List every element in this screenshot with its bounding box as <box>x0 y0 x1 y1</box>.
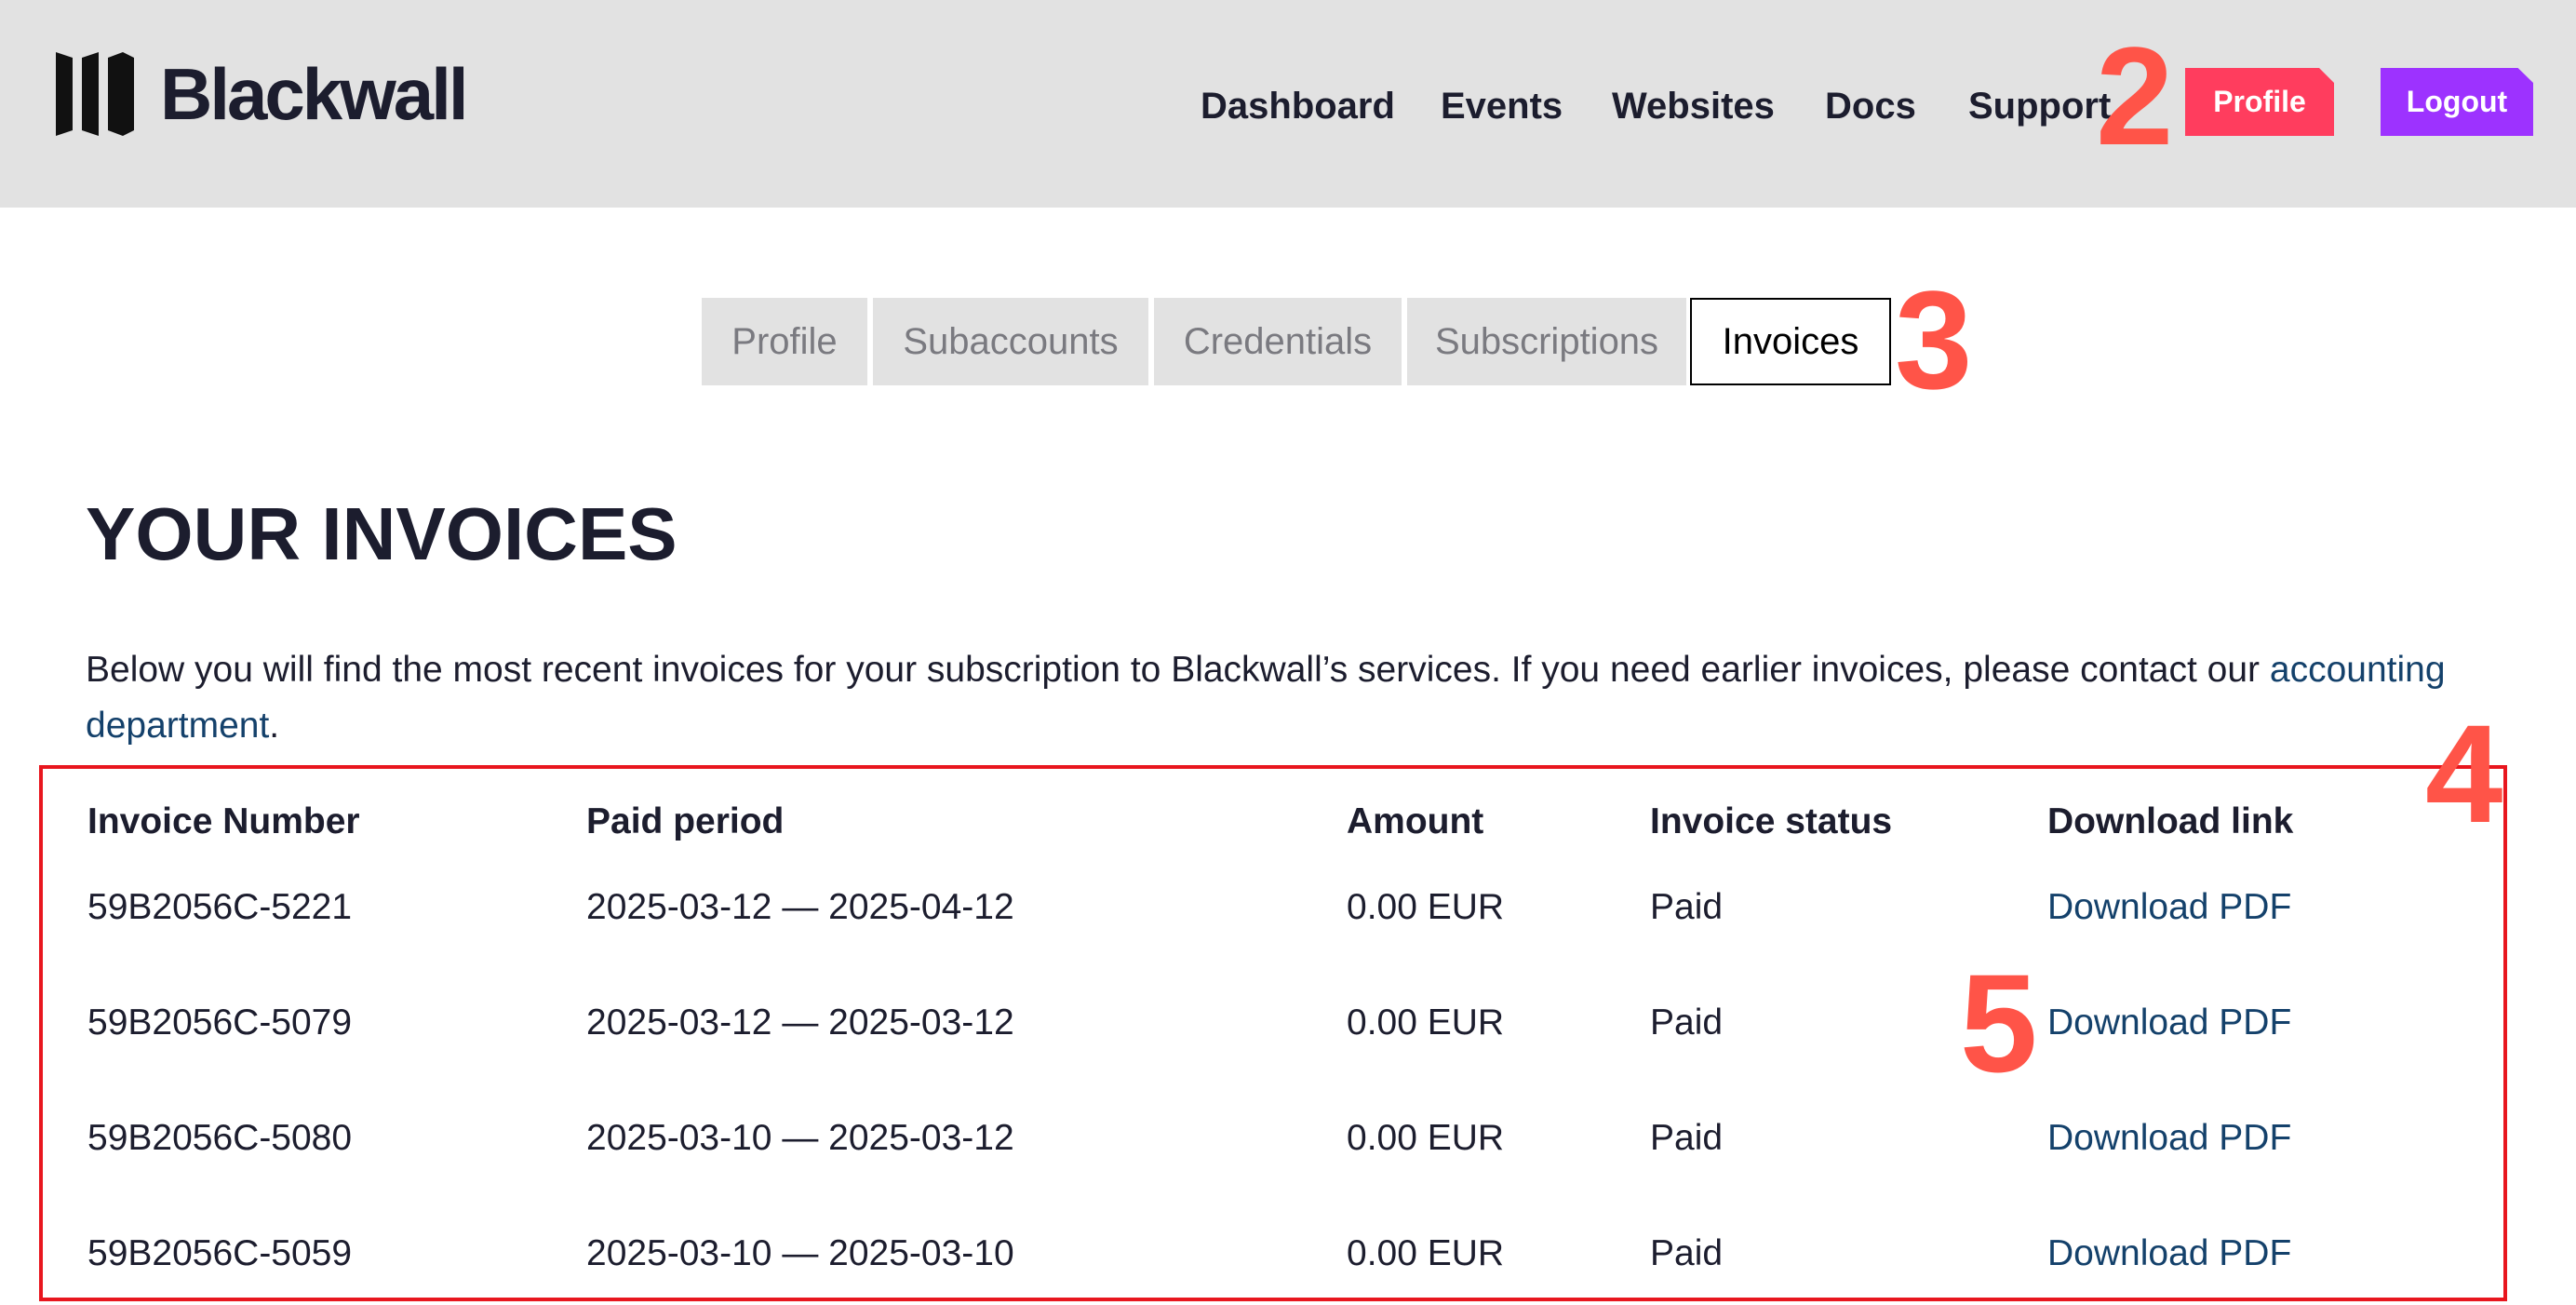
download-pdf-link[interactable]: Download PDF <box>2047 884 2291 931</box>
profile-button[interactable]: Profile <box>2185 68 2334 136</box>
column-header-amount: Amount <box>1347 801 1484 841</box>
page-title: YOUR INVOICES <box>86 492 678 575</box>
invoice-number: 59B2056C-5079 <box>87 1002 353 1043</box>
paid-period: 2025-03-10 — 2025-03-12 <box>586 1118 1014 1158</box>
annotation-marker-4: 4 <box>2425 695 2503 852</box>
brand-name: Blackwall <box>160 53 469 135</box>
paid-period: 2025-03-12 — 2025-03-12 <box>586 1002 1014 1043</box>
intro-paragraph: Below you will find the most recent invo… <box>86 642 2524 754</box>
tab-subscriptions[interactable]: Subscriptions <box>1407 298 1686 385</box>
column-header-paid-period: Paid period <box>586 801 785 841</box>
annotation-marker-2: 2 <box>2096 18 2174 174</box>
paid-period: 2025-03-10 — 2025-03-10 <box>586 1233 1014 1273</box>
amount: 0.00 EUR <box>1347 1118 1505 1158</box>
column-header-invoice-number: Invoice Number <box>87 801 360 841</box>
download-pdf-link[interactable]: Download PDF <box>2047 1000 2291 1046</box>
download-pdf-link[interactable]: Download PDF <box>2047 1231 2291 1277</box>
invoice-number: 59B2056C-5059 <box>87 1233 353 1273</box>
nav-dashboard[interactable]: Dashboard <box>1201 78 1395 134</box>
amount: 0.00 EUR <box>1347 1233 1505 1273</box>
tab-credentials[interactable]: Credentials <box>1154 298 1402 385</box>
intro-end: . <box>269 706 280 746</box>
invoice-status: Paid <box>1650 1002 1724 1043</box>
nav-events[interactable]: Events <box>1441 78 1563 134</box>
tab-subaccounts[interactable]: Subaccounts <box>873 298 1148 385</box>
site-header: Blackwall Dashboard Events Websites Docs… <box>0 0 2576 208</box>
column-header-invoice-status: Invoice status <box>1650 801 1893 841</box>
nav-docs[interactable]: Docs <box>1825 78 1916 134</box>
nav-support[interactable]: Support <box>1968 78 2111 134</box>
column-header-download-link: Download link <box>2047 801 2294 841</box>
brand-logo[interactable]: Blackwall <box>56 52 469 136</box>
invoice-status: Paid <box>1650 1118 1724 1158</box>
annotation-marker-5: 5 <box>1960 945 2038 1101</box>
download-pdf-link[interactable]: Download PDF <box>2047 1115 2291 1162</box>
tab-invoices[interactable]: Invoices <box>1690 298 1891 385</box>
nav-websites[interactable]: Websites <box>1612 78 1775 134</box>
logo-icon <box>56 52 134 136</box>
tab-profile[interactable]: Profile <box>702 298 867 385</box>
amount: 0.00 EUR <box>1347 887 1505 927</box>
invoice-status: Paid <box>1650 887 1724 927</box>
intro-text: Below you will find the most recent invo… <box>86 650 2270 690</box>
logout-button[interactable]: Logout <box>2381 68 2533 136</box>
amount: 0.00 EUR <box>1347 1002 1505 1043</box>
invoice-number: 59B2056C-5080 <box>87 1118 353 1158</box>
annotation-marker-3: 3 <box>1895 262 1973 418</box>
invoice-number: 59B2056C-5221 <box>87 887 353 927</box>
paid-period: 2025-03-12 — 2025-04-12 <box>586 887 1014 927</box>
invoice-status: Paid <box>1650 1233 1724 1273</box>
